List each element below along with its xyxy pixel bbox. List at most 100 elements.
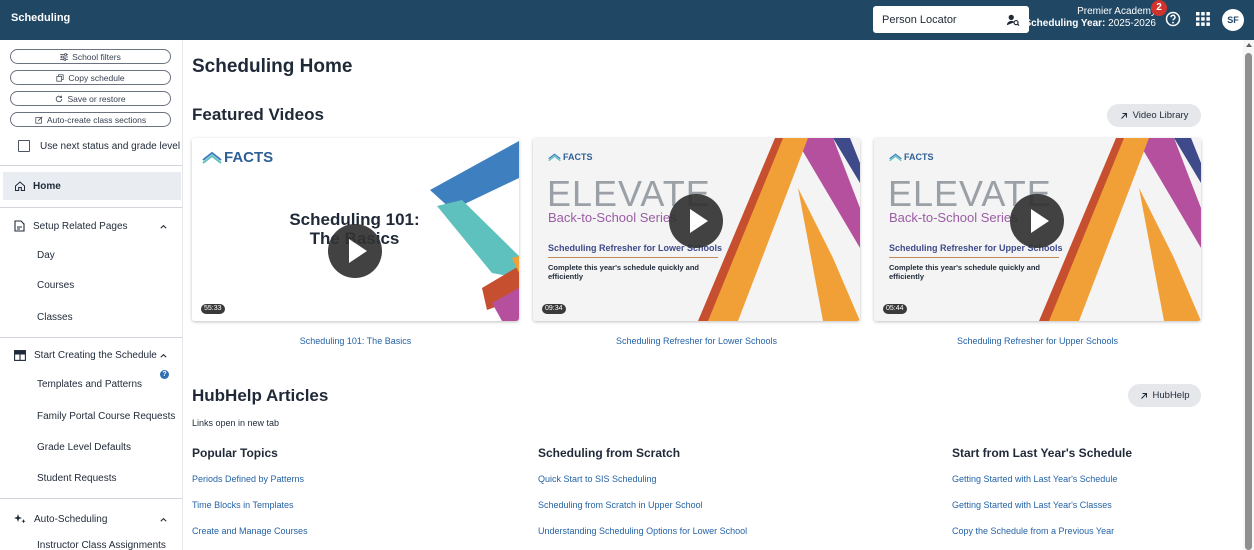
- facts-logo: FACTS: [889, 152, 934, 162]
- year-value: 2025-2026: [1108, 18, 1156, 29]
- video-title-link[interactable]: Scheduling Refresher for Upper Schools: [874, 336, 1201, 346]
- sidebar-item-templates[interactable]: Templates and Patterns: [37, 379, 142, 390]
- column-heading: Start from Last Year's Schedule: [952, 446, 1133, 460]
- copy-schedule-button[interactable]: Copy schedule: [10, 70, 171, 85]
- main-scrollbar[interactable]: [1243, 40, 1254, 550]
- sidebar-section-start-creating[interactable]: Start Creating the Schedule: [14, 350, 174, 361]
- hubhelp-note: Links open in new tab: [192, 418, 280, 428]
- play-button[interactable]: [669, 194, 723, 248]
- notification-badge[interactable]: 2: [1151, 0, 1167, 16]
- play-button[interactable]: [1010, 194, 1064, 248]
- help-icon[interactable]: [1165, 11, 1181, 27]
- external-arrow-icon: [1140, 392, 1147, 399]
- save-restore-button[interactable]: Save or restore: [10, 91, 171, 106]
- video-card-basics[interactable]: FACTS Scheduling 101: The Basics 55:33: [192, 138, 519, 321]
- series-text: Back-to-School Series: [889, 210, 1018, 225]
- column-heading: Scheduling from Scratch: [538, 446, 681, 460]
- play-button[interactable]: [328, 224, 382, 278]
- thumb-subtext: Complete this year's schedule quickly an…: [548, 263, 699, 281]
- copy-schedule-label: Copy schedule: [68, 72, 125, 83]
- thumb-rule: [548, 257, 718, 258]
- app-title: Scheduling: [11, 12, 71, 24]
- next-status-checkbox[interactable]: Use next status and grade level: [18, 140, 180, 152]
- school-filters-button[interactable]: School filters: [10, 49, 171, 64]
- scroll-up-arrow[interactable]: [1246, 43, 1252, 47]
- series-text: Back-to-School Series: [548, 210, 677, 225]
- video-library-button[interactable]: Video Library: [1107, 104, 1201, 127]
- section-label: Setup Related Pages: [33, 220, 128, 232]
- thumb-rule: [889, 257, 1059, 258]
- checkbox-box[interactable]: [18, 140, 30, 152]
- video-card-upper[interactable]: FACTS ELEVATE Back-to-School Series Sche…: [874, 138, 1201, 321]
- video-title-link[interactable]: Scheduling Refresher for Lower Schools: [533, 336, 860, 346]
- sidebar-item-instructor-assignments[interactable]: Instructor Class Assignments: [37, 540, 166, 550]
- article-link[interactable]: Understanding Scheduling Options for Low…: [538, 526, 747, 536]
- duration-badge: 05:44: [883, 304, 907, 314]
- facts-logo: FACTS: [548, 152, 593, 162]
- facts-chevron-icon: [889, 152, 902, 161]
- chevron-up-icon[interactable]: [159, 351, 168, 360]
- sidebar-item-student-requests[interactable]: Student Requests: [37, 473, 117, 484]
- facts-logo-text: FACTS: [224, 149, 274, 166]
- sidebar-item-home[interactable]: Home: [3, 172, 181, 200]
- sliders-icon: [60, 52, 69, 61]
- column-heading: Popular Topics: [192, 446, 278, 460]
- divider: [0, 498, 182, 499]
- info-badge[interactable]: ?: [160, 370, 169, 379]
- hubhelp-heading: HubHelp Articles: [192, 386, 329, 405]
- article-link[interactable]: Getting Started with Last Year's Schedul…: [952, 474, 1117, 484]
- sidebar-item-family-portal[interactable]: Family Portal Course Requests: [37, 411, 175, 422]
- home-label: Home: [33, 180, 61, 192]
- top-bar: Scheduling Person Locator Premier Academ…: [0, 0, 1254, 40]
- article-link[interactable]: Getting Started with Last Year's Classes: [952, 500, 1112, 510]
- facts-chevron-icon: [548, 152, 561, 161]
- featured-videos-heading: Featured Videos: [192, 105, 324, 124]
- sidebar: School filters Copy schedule Save or res…: [0, 40, 183, 550]
- avatar[interactable]: SF: [1222, 9, 1244, 31]
- restore-icon: [56, 95, 63, 102]
- person-locator-input[interactable]: Person Locator: [873, 6, 1029, 33]
- facts-chevron-icon: [202, 151, 222, 164]
- section-label: Auto-Scheduling: [34, 513, 108, 525]
- auto-create-sections-button[interactable]: Auto-create class sections: [10, 112, 171, 127]
- article-link[interactable]: Periods Defined by Patterns: [192, 474, 304, 484]
- sidebar-item-classes[interactable]: Classes: [37, 312, 73, 323]
- chevron-up-icon[interactable]: [159, 515, 168, 524]
- duration-badge: 55:33: [201, 304, 225, 314]
- facts-logo-text: FACTS: [563, 152, 593, 162]
- sidebar-item-grade-defaults[interactable]: Grade Level Defaults: [37, 442, 131, 453]
- edit-square-icon: [35, 116, 43, 124]
- table-icon: [14, 350, 26, 361]
- article-link[interactable]: Create and Manage Courses: [192, 526, 308, 536]
- checkbox-label: Use next status and grade level: [40, 140, 181, 152]
- person-locator-label: Person Locator: [882, 13, 957, 26]
- thumb-subtext: Complete this year's schedule quickly an…: [889, 263, 1040, 281]
- home-icon: [15, 181, 25, 191]
- sidebar-section-setup[interactable]: Setup Related Pages: [14, 220, 174, 232]
- apps-grid-icon[interactable]: [1196, 12, 1210, 26]
- year-label: Scheduling Year:: [1024, 18, 1106, 29]
- sidebar-section-auto-scheduling[interactable]: Auto-Scheduling: [14, 513, 174, 525]
- sidebar-item-courses[interactable]: Courses: [37, 280, 74, 291]
- video-card-lower[interactable]: FACTS ELEVATE Back-to-School Series Sche…: [533, 138, 860, 321]
- document-icon: [14, 220, 25, 232]
- facts-logo-text: FACTS: [904, 152, 934, 162]
- video-title-link[interactable]: Scheduling 101: The Basics: [192, 336, 519, 346]
- video-library-label: Video Library: [1132, 110, 1189, 121]
- hubhelp-label: HubHelp: [1152, 390, 1190, 401]
- article-link[interactable]: Scheduling from Scratch in Upper School: [538, 500, 703, 510]
- hubhelp-button[interactable]: HubHelp: [1128, 384, 1201, 407]
- school-year-info[interactable]: Premier Academy Scheduling Year: 2025-20…: [1024, 6, 1156, 30]
- article-link[interactable]: Quick Start to SIS Scheduling: [538, 474, 657, 484]
- divider: [0, 207, 182, 208]
- article-link[interactable]: Time Blocks in Templates: [192, 500, 294, 510]
- sidebar-item-day[interactable]: Day: [37, 250, 55, 261]
- section-label: Start Creating the Schedule: [34, 350, 157, 361]
- school-name: Premier Academy: [1077, 6, 1156, 17]
- chevron-up-icon[interactable]: [159, 222, 168, 231]
- school-filters-label: School filters: [72, 51, 121, 62]
- duration-badge: 09:34: [542, 304, 566, 314]
- scrollbar-thumb[interactable]: [1245, 53, 1252, 550]
- article-link[interactable]: Copy the Schedule from a Previous Year: [952, 526, 1114, 536]
- page-title: Scheduling Home: [192, 56, 353, 77]
